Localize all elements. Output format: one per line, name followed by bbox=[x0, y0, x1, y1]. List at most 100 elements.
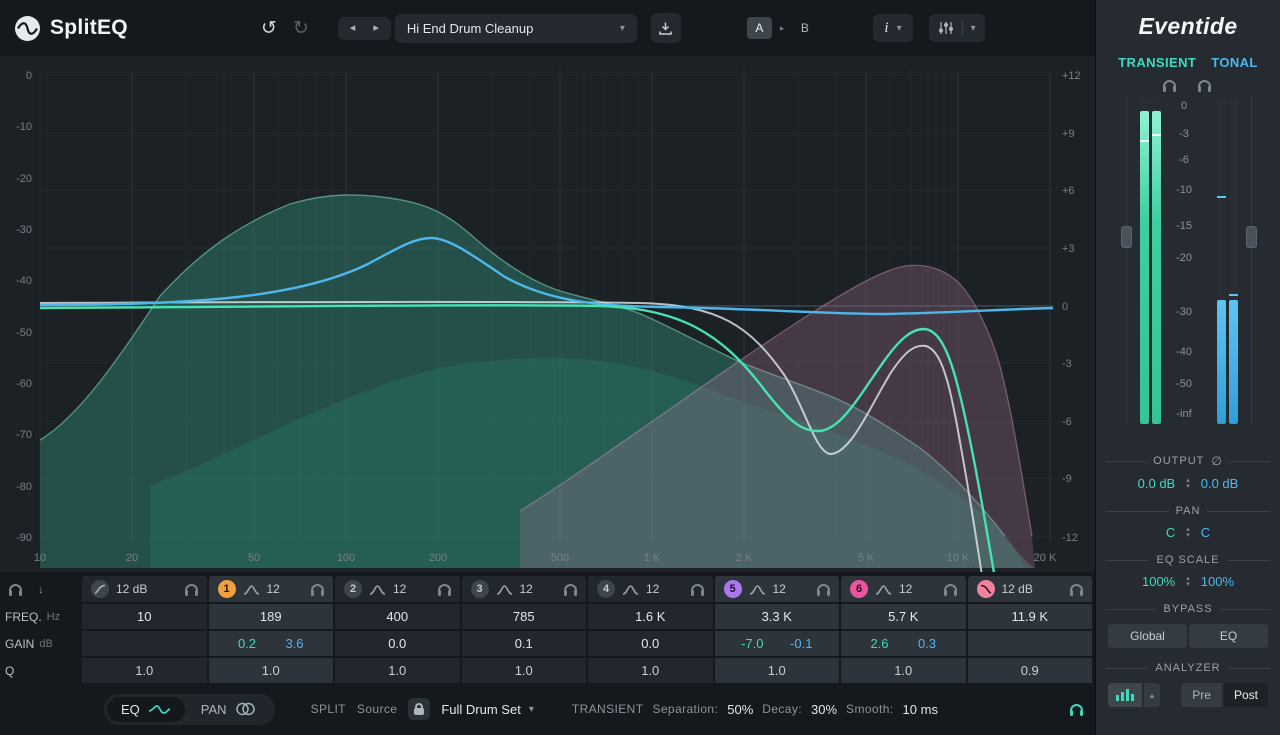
gain-transient-value[interactable]: 2.6 bbox=[870, 636, 888, 651]
analyzer-display-button[interactable] bbox=[1108, 683, 1142, 707]
band-header[interactable]: 4 12 bbox=[588, 576, 713, 602]
band-slope[interactable]: 12 dB bbox=[1002, 582, 1033, 596]
band-q-field[interactable]: 1.0 bbox=[588, 658, 713, 683]
eq-view-button[interactable]: EQ bbox=[107, 697, 185, 722]
pan-view-button[interactable]: PAN bbox=[185, 697, 272, 722]
band-gain-field[interactable]: 0.0 bbox=[588, 631, 713, 656]
preset-next-button[interactable]: ▸ bbox=[364, 21, 388, 36]
band-q-field[interactable]: 0.9 bbox=[968, 658, 1093, 683]
ab-copy-icon[interactable]: ▸ bbox=[780, 23, 785, 34]
band-freq-field[interactable]: 189 bbox=[209, 604, 334, 629]
band-solo-headphone-icon[interactable] bbox=[564, 584, 577, 594]
band-header[interactable]: 2 12 bbox=[335, 576, 460, 602]
highcut-filter-badge[interactable] bbox=[977, 580, 995, 598]
analyzer-options-button[interactable]: ▴ bbox=[1144, 683, 1160, 707]
info-menu-button[interactable]: i ▾ bbox=[873, 14, 912, 42]
band-slope[interactable]: 12 bbox=[520, 582, 533, 596]
stepper-icon[interactable]: ▴▾ bbox=[1186, 576, 1190, 588]
tab-transient[interactable]: TRANSIENT bbox=[1118, 55, 1196, 70]
band-slope[interactable]: 12 bbox=[773, 582, 786, 596]
gain-tonal-value[interactable]: 0.3 bbox=[918, 636, 936, 651]
band-number-badge[interactable]: 2 bbox=[344, 580, 362, 598]
source-lock-button[interactable] bbox=[408, 698, 430, 720]
band-freq-field[interactable]: 5.7 K bbox=[841, 604, 966, 629]
band-column-highcut[interactable]: 12 dB 11.9 K 0.9 bbox=[968, 576, 1093, 683]
band-header[interactable]: 1 12 bbox=[209, 576, 334, 602]
band-column-3[interactable]: 3 12 785 0.1 1.0 bbox=[462, 576, 587, 683]
eq-graph[interactable]: 0 -10 -20 -30 -40 -50 -60 -70 -80 -90 +1… bbox=[0, 56, 1095, 572]
band-q-field[interactable]: 1.0 bbox=[462, 658, 587, 683]
band-slope[interactable]: 12 bbox=[646, 582, 659, 596]
gain-tonal-value[interactable]: 3.6 bbox=[285, 636, 303, 651]
band-solo-headphone-icon[interactable] bbox=[438, 584, 451, 594]
band-solo-headphone-icon[interactable] bbox=[691, 584, 704, 594]
pan-tonal-value[interactable]: C bbox=[1201, 525, 1210, 540]
band-freq-field[interactable]: 785 bbox=[462, 604, 587, 629]
decay-value[interactable]: 30% bbox=[811, 702, 837, 717]
band-solo-headphone-icon[interactable] bbox=[185, 584, 198, 594]
global-solo-headphone-icon[interactable] bbox=[9, 584, 22, 594]
band-column-1[interactable]: 1 12 189 0.2 3.6 1.0 bbox=[209, 576, 334, 683]
analyzer-post-button[interactable]: Post bbox=[1224, 683, 1268, 707]
settings-menu-button[interactable]: ▾ bbox=[929, 14, 985, 42]
band-gain-field[interactable]: 0.0 bbox=[335, 631, 460, 656]
tonal-level-slider[interactable] bbox=[1246, 226, 1257, 248]
tonal-solo-headphone-icon[interactable] bbox=[1198, 80, 1211, 90]
band-q-field[interactable]: 1.0 bbox=[209, 658, 334, 683]
band-header[interactable]: 6 12 bbox=[841, 576, 966, 602]
transient-monitor-headphone-icon[interactable] bbox=[1070, 704, 1083, 714]
band-header[interactable]: 12 dB bbox=[968, 576, 1093, 602]
band-q-field[interactable]: 1.0 bbox=[715, 658, 840, 683]
transient-level-slider[interactable] bbox=[1121, 226, 1132, 248]
band-column-lowcut[interactable]: 12 dB 10 1.0 bbox=[82, 576, 207, 683]
pan-transient-value[interactable]: C bbox=[1166, 525, 1175, 540]
band-number-badge[interactable]: 5 bbox=[724, 580, 742, 598]
band-column-6[interactable]: 6 12 5.7 K 2.6 0.3 1.0 bbox=[841, 576, 966, 683]
band-solo-headphone-icon[interactable] bbox=[944, 584, 957, 594]
phase-invert-icon[interactable]: ∅ bbox=[1211, 454, 1222, 468]
preset-prev-button[interactable]: ◂ bbox=[341, 21, 365, 36]
preset-select[interactable]: Hi End Drum Cleanup ▾ bbox=[395, 14, 637, 43]
band-q-field[interactable]: 1.0 bbox=[82, 658, 207, 683]
band-freq-field[interactable]: 400 bbox=[335, 604, 460, 629]
source-select[interactable]: Full Drum Set ▾ bbox=[441, 702, 534, 717]
band-solo-headphone-icon[interactable] bbox=[817, 584, 830, 594]
ab-a-button[interactable]: A bbox=[747, 17, 772, 39]
band-gain-field[interactable]: 0.1 bbox=[462, 631, 587, 656]
gain-tonal-value[interactable]: -0.1 bbox=[790, 636, 812, 651]
save-preset-button[interactable] bbox=[651, 13, 681, 43]
band-q-field[interactable]: 1.0 bbox=[335, 658, 460, 683]
band-freq-field[interactable]: 10 bbox=[82, 604, 207, 629]
separation-value[interactable]: 50% bbox=[727, 702, 753, 717]
eq-scale-tonal-value[interactable]: 100% bbox=[1201, 574, 1234, 589]
band-freq-field[interactable]: 1.6 K bbox=[588, 604, 713, 629]
analyzer-pre-button[interactable]: Pre bbox=[1181, 683, 1222, 707]
band-slope[interactable]: 12 bbox=[393, 582, 406, 596]
band-column-4[interactable]: 4 12 1.6 K 0.0 1.0 bbox=[588, 576, 713, 683]
band-freq-field[interactable]: 3.3 K bbox=[715, 604, 840, 629]
redo-button[interactable]: ↻ bbox=[288, 17, 314, 40]
band-number-badge[interactable]: 1 bbox=[218, 580, 236, 598]
gain-transient-value[interactable]: 0.2 bbox=[238, 636, 256, 651]
band-slope[interactable]: 12 bbox=[267, 582, 280, 596]
eq-scale-transient-value[interactable]: 100% bbox=[1142, 574, 1175, 589]
lowcut-filter-badge[interactable] bbox=[91, 580, 109, 598]
collapse-strip-icon[interactable]: ↓ bbox=[38, 582, 44, 596]
stepper-icon[interactable]: ▴▾ bbox=[1186, 527, 1190, 539]
band-solo-headphone-icon[interactable] bbox=[1070, 584, 1083, 594]
band-gain-field[interactable]: -7.0 -0.1 bbox=[715, 631, 840, 656]
band-freq-field[interactable]: 11.9 K bbox=[968, 604, 1093, 629]
stepper-icon[interactable]: ▴▾ bbox=[1186, 478, 1190, 490]
band-solo-headphone-icon[interactable] bbox=[311, 584, 324, 594]
tab-tonal[interactable]: TONAL bbox=[1211, 55, 1258, 70]
bypass-eq-button[interactable]: EQ bbox=[1189, 624, 1268, 648]
gain-transient-value[interactable]: -7.0 bbox=[741, 636, 763, 651]
band-gain-field[interactable]: 2.6 0.3 bbox=[841, 631, 966, 656]
transient-solo-headphone-icon[interactable] bbox=[1163, 80, 1176, 90]
bypass-global-button[interactable]: Global bbox=[1108, 624, 1187, 648]
band-header[interactable]: 12 dB bbox=[82, 576, 207, 602]
band-column-2[interactable]: 2 12 400 0.0 1.0 bbox=[335, 576, 460, 683]
band-number-badge[interactable]: 4 bbox=[597, 580, 615, 598]
band-gain-field[interactable]: 0.2 3.6 bbox=[209, 631, 334, 656]
output-tonal-value[interactable]: 0.0 dB bbox=[1201, 476, 1239, 491]
